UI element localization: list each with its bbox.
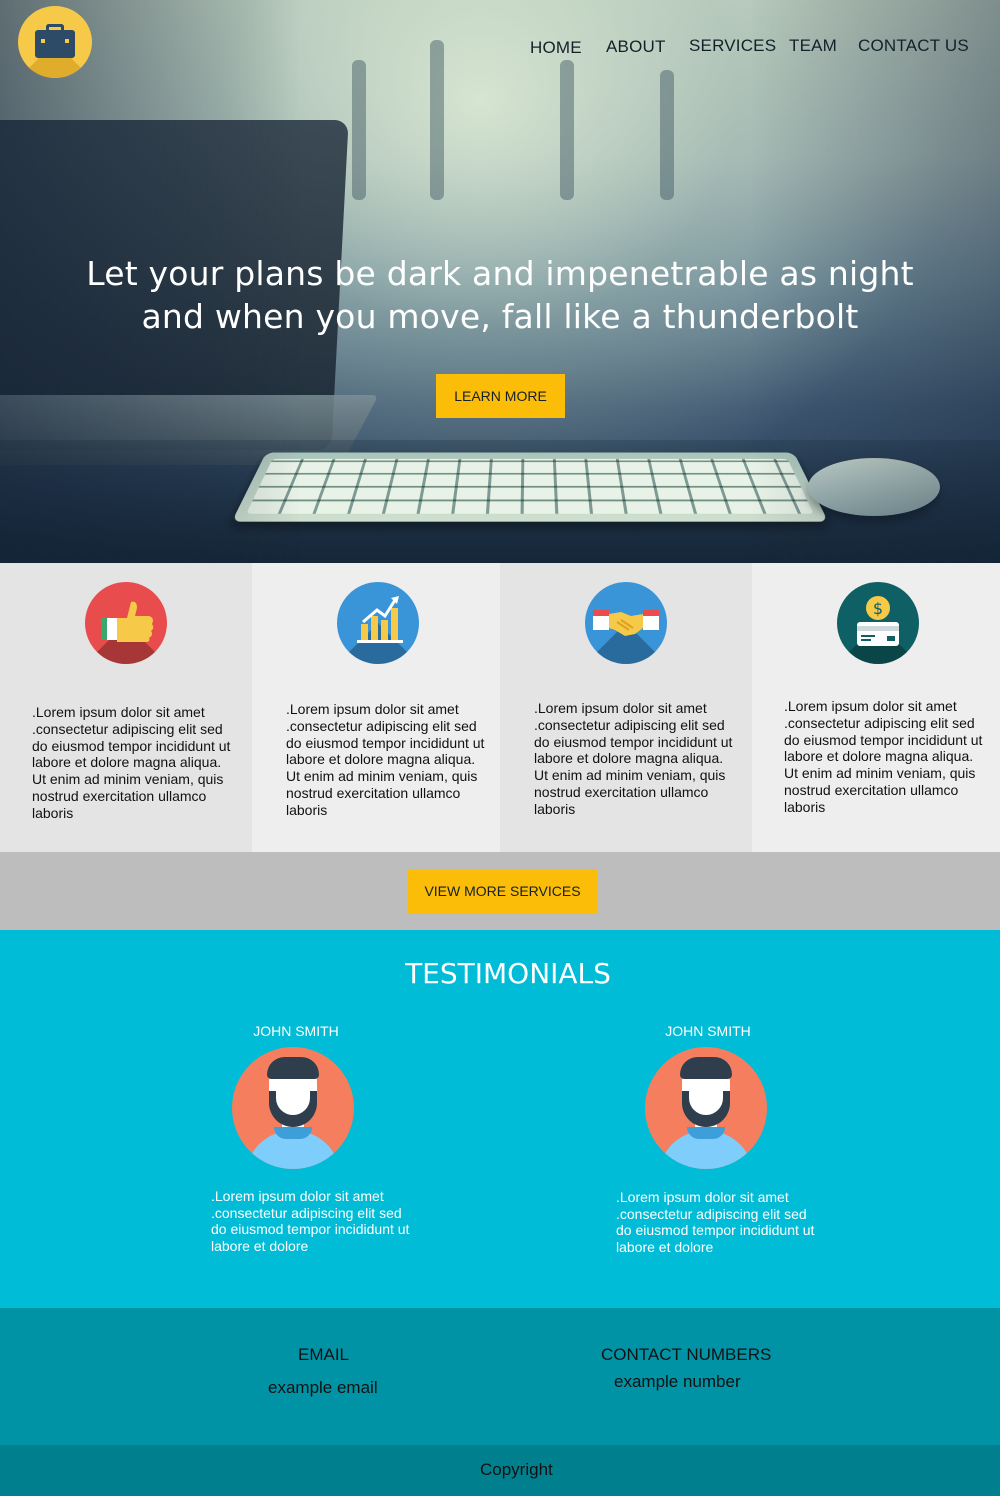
service-card: $ .Lorem ipsum dolor sit amet .consectet… bbox=[752, 563, 1000, 852]
growth-chart-icon bbox=[337, 582, 419, 664]
service-card: .Lorem ipsum dolor sit amet .consectetur… bbox=[500, 563, 752, 852]
testimonial-quote: .Lorem ipsum dolor sit amet .consectetur… bbox=[616, 1189, 815, 1255]
hero-headline-line2: and when you move, fall like a thunderbo… bbox=[141, 297, 859, 336]
service-description: .Lorem ipsum dolor sit amet .consectetur… bbox=[286, 701, 485, 818]
nav-about[interactable]: ABOUT bbox=[606, 37, 666, 57]
email-value[interactable]: example email bbox=[268, 1378, 378, 1398]
service-description: .Lorem ipsum dolor sit amet .consectetur… bbox=[534, 700, 733, 817]
hero-section: HOME ABOUT SERVICES TEAM CONTACT US Let … bbox=[0, 0, 1000, 563]
main-nav: HOME ABOUT SERVICES TEAM CONTACT US bbox=[0, 36, 1000, 58]
avatar bbox=[232, 1047, 354, 1169]
service-card: .Lorem ipsum dolor sit amet .consectetur… bbox=[0, 563, 252, 852]
learn-more-button[interactable]: LEARN MORE bbox=[436, 374, 565, 418]
testimonial-author: JOHN SMITH bbox=[253, 1023, 339, 1039]
service-card: .Lorem ipsum dolor sit amet .consectetur… bbox=[252, 563, 500, 852]
footer: Copyright bbox=[0, 1445, 1000, 1496]
money-card-icon: $ bbox=[837, 582, 919, 664]
testimonial-author: JOHN SMITH bbox=[665, 1023, 751, 1039]
nav-services[interactable]: SERVICES bbox=[689, 36, 776, 56]
handshake-icon bbox=[585, 582, 667, 664]
service-description: .Lorem ipsum dolor sit amet .consectetur… bbox=[784, 698, 983, 815]
nav-team[interactable]: TEAM bbox=[789, 36, 837, 56]
copyright-text: Copyright bbox=[480, 1460, 553, 1479]
testimonial-quote: .Lorem ipsum dolor sit amet .consectetur… bbox=[211, 1188, 410, 1254]
contact-section: EMAIL example email CONTACT NUMBERS exam… bbox=[0, 1308, 1000, 1445]
testimonials-section: TESTIMONIALS JOHN SMITH .Lorem ipsum dol… bbox=[0, 930, 1000, 1308]
nav-contact-us[interactable]: CONTACT US bbox=[858, 36, 969, 56]
avatar bbox=[645, 1047, 767, 1169]
view-more-services-button[interactable]: VIEW MORE SERVICES bbox=[408, 869, 597, 914]
nav-home[interactable]: HOME bbox=[530, 38, 582, 58]
email-label: EMAIL bbox=[298, 1345, 350, 1364]
hero-headline-line1: Let your plans be dark and impenetrable … bbox=[86, 254, 914, 293]
thumbs-up-icon bbox=[85, 582, 167, 664]
hero-headline: Let your plans be dark and impenetrable … bbox=[60, 252, 940, 338]
contact-numbers-label: CONTACT NUMBERS bbox=[601, 1345, 772, 1364]
contact-number-value[interactable]: example number bbox=[614, 1372, 741, 1392]
svg-text:$: $ bbox=[873, 599, 883, 618]
testimonials-title: TESTIMONIALS bbox=[405, 957, 611, 990]
service-description: .Lorem ipsum dolor sit amet .consectetur… bbox=[32, 704, 231, 821]
